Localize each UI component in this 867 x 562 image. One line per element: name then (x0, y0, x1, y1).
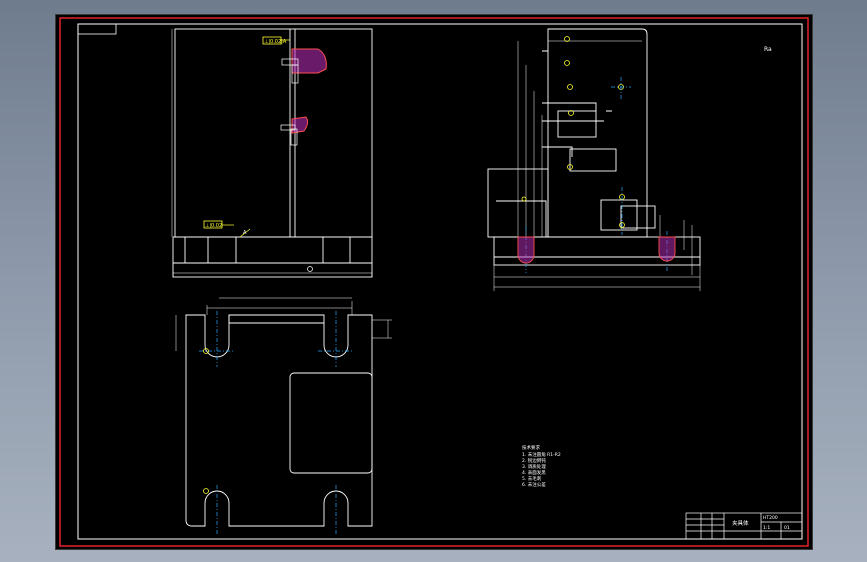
tolerance-text-top: ⊥|0.02|A (264, 39, 287, 45)
title-block-material: HT200 (763, 515, 778, 521)
top-view-centerlines (199, 311, 354, 535)
note-line-2: 2. 锐边倒钝 (522, 457, 546, 464)
side-view-sections (517, 236, 676, 264)
note-line-4: 4. 表面发黑 (522, 469, 546, 476)
cad-drawing: ⊥|0.02|A ⊥|0.02 A Ra 技术要求 1. 未注圆角 R1-R2 … (59, 17, 809, 547)
top-view-pocket (289, 372, 373, 474)
tolerance-callout-top: ⊥|0.02|A (262, 36, 290, 45)
note-line-1: 1. 未注圆角 R1-R2 (522, 451, 561, 458)
clamp-section-top (281, 48, 327, 84)
tolerance-text-bottom: ⊥|0.02 (205, 223, 222, 229)
title-block-sheet: 01 (784, 525, 790, 531)
inner-frame (77, 23, 803, 540)
corner-tag (77, 23, 117, 35)
datum-symbol (307, 266, 313, 272)
cad-viewport[interactable]: ⊥|0.02|A ⊥|0.02 A Ra 技术要求 1. 未注圆角 R1-R2 … (55, 14, 813, 550)
tolerance-callout-bottom: ⊥|0.02 (203, 220, 234, 229)
note-line-6: 6. 未注公差 (522, 481, 546, 488)
datum-mark: A (243, 230, 247, 236)
note-line-3: 3. 调质处理 (522, 463, 546, 470)
note-line-0: 技术要求 (522, 444, 540, 451)
front-view-base (172, 236, 373, 278)
clamp-section-lower (280, 116, 309, 146)
title-block-name: 夹具体 (732, 519, 749, 527)
surface-mark: Ra (764, 46, 772, 53)
locator-hole-bottom (203, 488, 209, 494)
title-block-scale: 1:1 (763, 525, 770, 531)
side-view-centerlines (525, 77, 668, 273)
front-view (171, 28, 373, 278)
top-view-slot (228, 315, 324, 324)
technical-notes: 技术要求 1. 未注圆角 R1-R2 2. 锐边倒钝 3. 调质处理 4. 表面… (522, 444, 561, 488)
front-view-body (174, 28, 373, 238)
top-view-outline (185, 314, 373, 527)
note-line-5: 5. 去毛刺 (522, 475, 542, 482)
side-view-holes (521, 36, 625, 228)
